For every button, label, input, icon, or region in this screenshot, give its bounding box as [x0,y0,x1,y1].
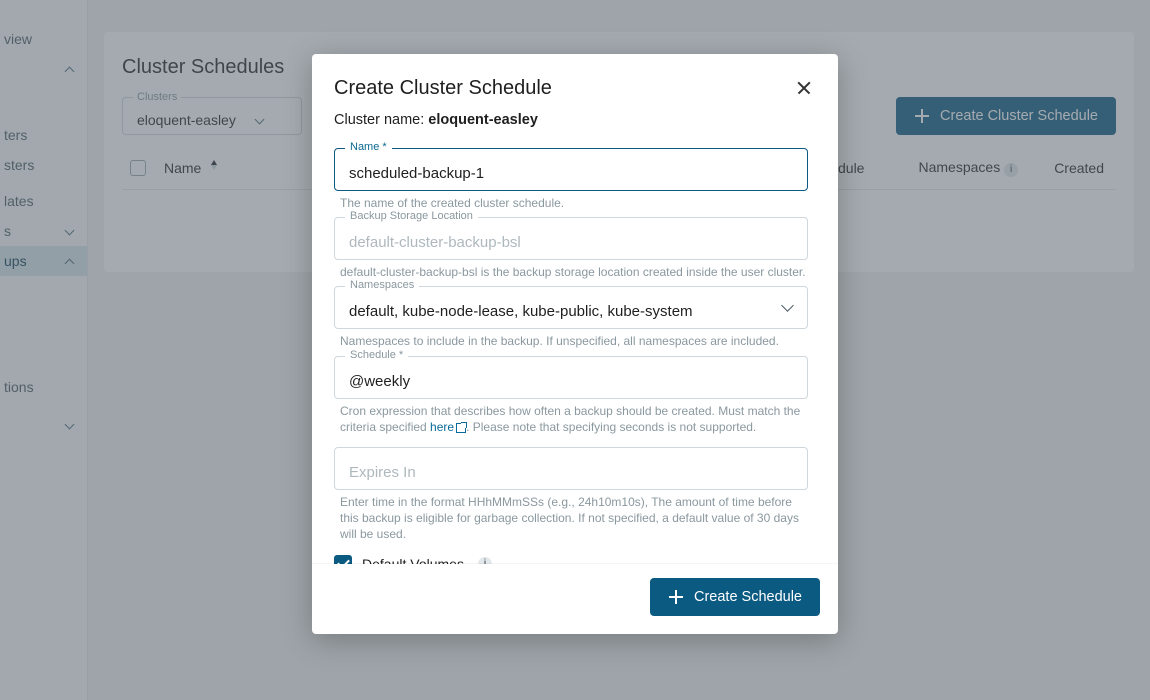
schedule-help-link[interactable]: here [430,420,466,434]
expires-input[interactable] [349,464,793,481]
close-icon[interactable] [792,76,816,100]
bsl-label: Backup Storage Location [345,210,478,222]
dialog-title: Create Cluster Schedule [334,77,552,100]
default-volumes-row[interactable]: Default Volumes i [334,555,808,565]
default-volumes-label: Default Volumes [362,556,464,565]
schedule-field[interactable]: Schedule * [334,356,808,399]
modal-overlay: Create Cluster Schedule Cluster name: el… [0,0,1150,700]
name-input[interactable] [349,165,793,182]
name-help: The name of the created cluster schedule… [340,195,806,211]
cluster-name-line: Cluster name: eloquent-easley [334,112,808,128]
chevron-down-icon [783,301,793,311]
expires-help: Enter time in the format HHhMMmSSs (e.g.… [340,494,806,543]
expires-field[interactable] [334,447,808,490]
bsl-input [349,234,793,251]
external-link-icon [456,423,466,433]
bsl-help: default-cluster-backup-bsl is the backup… [340,264,806,280]
schedule-help: Cron expression that describes how often… [340,403,806,435]
dialog-header: Create Cluster Schedule [312,54,838,110]
create-schedule-button[interactable]: Create Schedule [650,578,820,616]
namespaces-input[interactable] [349,303,793,320]
name-label: Name * [345,141,392,153]
dialog-footer: Create Schedule [312,564,838,634]
plus-icon [668,589,684,605]
name-field[interactable]: Name * [334,148,808,191]
default-volumes-checkbox[interactable] [334,555,352,565]
create-schedule-label: Create Schedule [694,589,802,605]
create-schedule-dialog: Create Cluster Schedule Cluster name: el… [312,54,838,634]
bsl-field: Backup Storage Location [334,217,808,260]
schedule-input[interactable] [349,373,793,390]
namespaces-help: Namespaces to include in the backup. If … [340,333,806,349]
namespaces-label: Namespaces [345,279,419,291]
schedule-label: Schedule * [345,349,408,361]
dialog-body: Cluster name: eloquent-easley Name * The… [312,110,838,564]
info-icon: i [478,557,492,565]
namespaces-field[interactable]: Namespaces [334,286,808,329]
